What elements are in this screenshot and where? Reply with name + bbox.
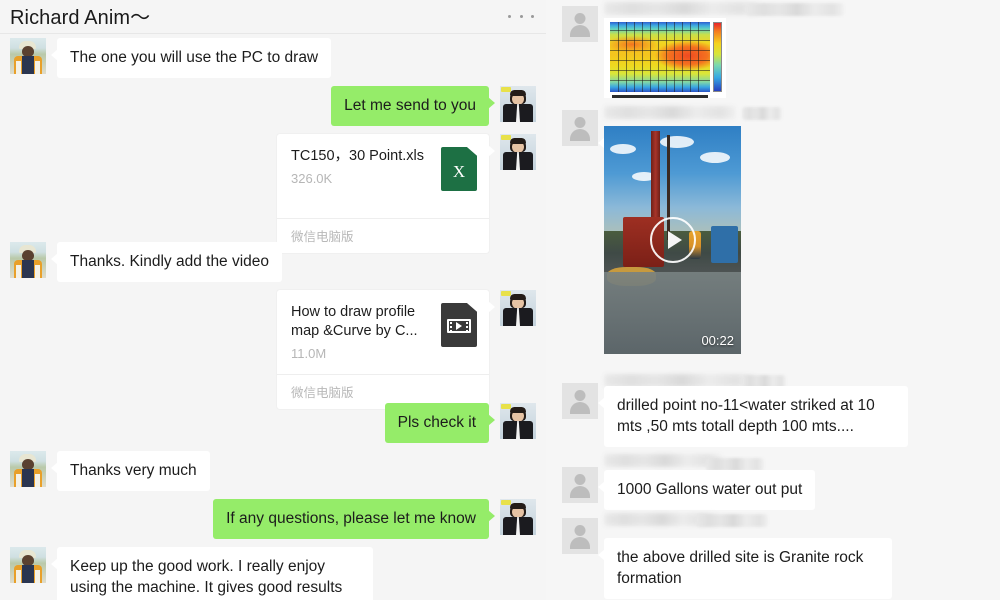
- message-row-incoming: Thanks very much: [10, 451, 210, 491]
- file-size: 326.0K: [291, 171, 333, 186]
- sender-name-redacted: [604, 106, 736, 119]
- resistivity-heatmap-image: [604, 18, 726, 98]
- sender-name-redacted: [746, 3, 844, 16]
- video-duration: 00:22: [701, 333, 734, 348]
- file-card-text: TC150，30 Point.xls 326.0K: [291, 147, 441, 186]
- page-title: Richard Anim～: [10, 7, 151, 29]
- message-row-incoming: drilled point no-11<water striked at 10 …: [598, 386, 908, 447]
- right-chat-panel: 00:22 drilled point no-11<water striked …: [546, 0, 1000, 600]
- image-message[interactable]: [604, 18, 726, 98]
- message-bubble[interactable]: the above drilled site is Granite rock f…: [598, 538, 892, 599]
- avatar[interactable]: [10, 547, 46, 583]
- sender-name-redacted: [604, 2, 759, 15]
- message-row-incoming: the above drilled site is Granite rock f…: [598, 538, 892, 599]
- message-bubble[interactable]: The one you will use the PC to draw: [50, 38, 332, 78]
- file-card-text: How to draw profile map &Curve by C... 1…: [291, 303, 441, 361]
- avatar[interactable]: [500, 134, 536, 170]
- avatar[interactable]: [10, 242, 46, 278]
- avatar[interactable]: [10, 451, 46, 487]
- avatar[interactable]: [500, 290, 536, 326]
- video-message[interactable]: 00:22: [598, 126, 741, 354]
- chat-screenshot: Richard Anim～ The one you will use the P…: [0, 0, 1000, 600]
- sender-name-redacted: [696, 514, 768, 527]
- file-message-card[interactable]: TC150，30 Point.xls 326.0K X 微信电脑版: [277, 134, 495, 253]
- file-name: How to draw profile map &Curve by C...: [291, 304, 418, 339]
- video-thumbnail[interactable]: 00:22: [604, 126, 741, 354]
- message-bubble[interactable]: drilled point no-11<water striked at 10 …: [598, 386, 908, 447]
- message-bubble[interactable]: Thanks. Kindly add the video: [50, 242, 283, 282]
- avatar[interactable]: [500, 403, 536, 439]
- avatar[interactable]: [562, 467, 598, 503]
- avatar[interactable]: [562, 110, 598, 146]
- message-row-outgoing: If any questions, please let me know: [213, 499, 536, 539]
- avatar[interactable]: [562, 518, 598, 554]
- message-bubble[interactable]: Let me send to you: [331, 86, 495, 126]
- file-source-label: 微信电脑版: [277, 218, 489, 253]
- left-chat-panel: Richard Anim～ The one you will use the P…: [0, 0, 546, 600]
- message-bubble[interactable]: 1000 Gallons water out put: [597, 470, 816, 510]
- message-row-incoming: Thanks. Kindly add the video: [10, 242, 283, 282]
- file-name: TC150，30 Point.xls: [291, 148, 424, 164]
- message-row-incoming: Keep up the good work. I really enjoy us…: [10, 547, 373, 600]
- sender-name-redacted: [604, 454, 722, 467]
- message-row-outgoing-file: TC150，30 Point.xls 326.0K X 微信电脑版: [277, 134, 536, 253]
- message-bubble[interactable]: Keep up the good work. I really enjoy us…: [51, 547, 373, 600]
- excel-file-icon: X: [441, 147, 477, 191]
- sender-name-redacted: [742, 107, 782, 120]
- play-button-icon[interactable]: [649, 217, 696, 263]
- message-bubble[interactable]: If any questions, please let me know: [213, 499, 495, 539]
- avatar[interactable]: [10, 38, 46, 74]
- message-row-outgoing: Let me send to you: [331, 86, 536, 126]
- message-row-incoming: The one you will use the PC to draw: [10, 38, 332, 78]
- file-size: 11.0M: [291, 346, 327, 361]
- file-card-body: How to draw profile map &Curve by C... 1…: [277, 290, 489, 374]
- avatar[interactable]: [562, 6, 598, 42]
- message-bubble[interactable]: Thanks very much: [51, 451, 210, 491]
- message-bubble[interactable]: Pls check it: [384, 403, 496, 443]
- message-row-outgoing: Pls check it: [384, 403, 536, 443]
- more-horizontal-icon[interactable]: [508, 8, 534, 24]
- message-row-outgoing-file: How to draw profile map &Curve by C... 1…: [277, 290, 536, 409]
- message-row-incoming: 1000 Gallons water out put: [597, 470, 816, 510]
- avatar[interactable]: [562, 383, 598, 419]
- avatar[interactable]: [500, 499, 536, 535]
- avatar[interactable]: [500, 86, 536, 122]
- video-file-icon: [441, 303, 477, 347]
- chat-header: Richard Anim～: [0, 0, 546, 34]
- file-message-card[interactable]: How to draw profile map &Curve by C... 1…: [277, 290, 495, 409]
- file-card-body: TC150，30 Point.xls 326.0K X: [277, 134, 489, 218]
